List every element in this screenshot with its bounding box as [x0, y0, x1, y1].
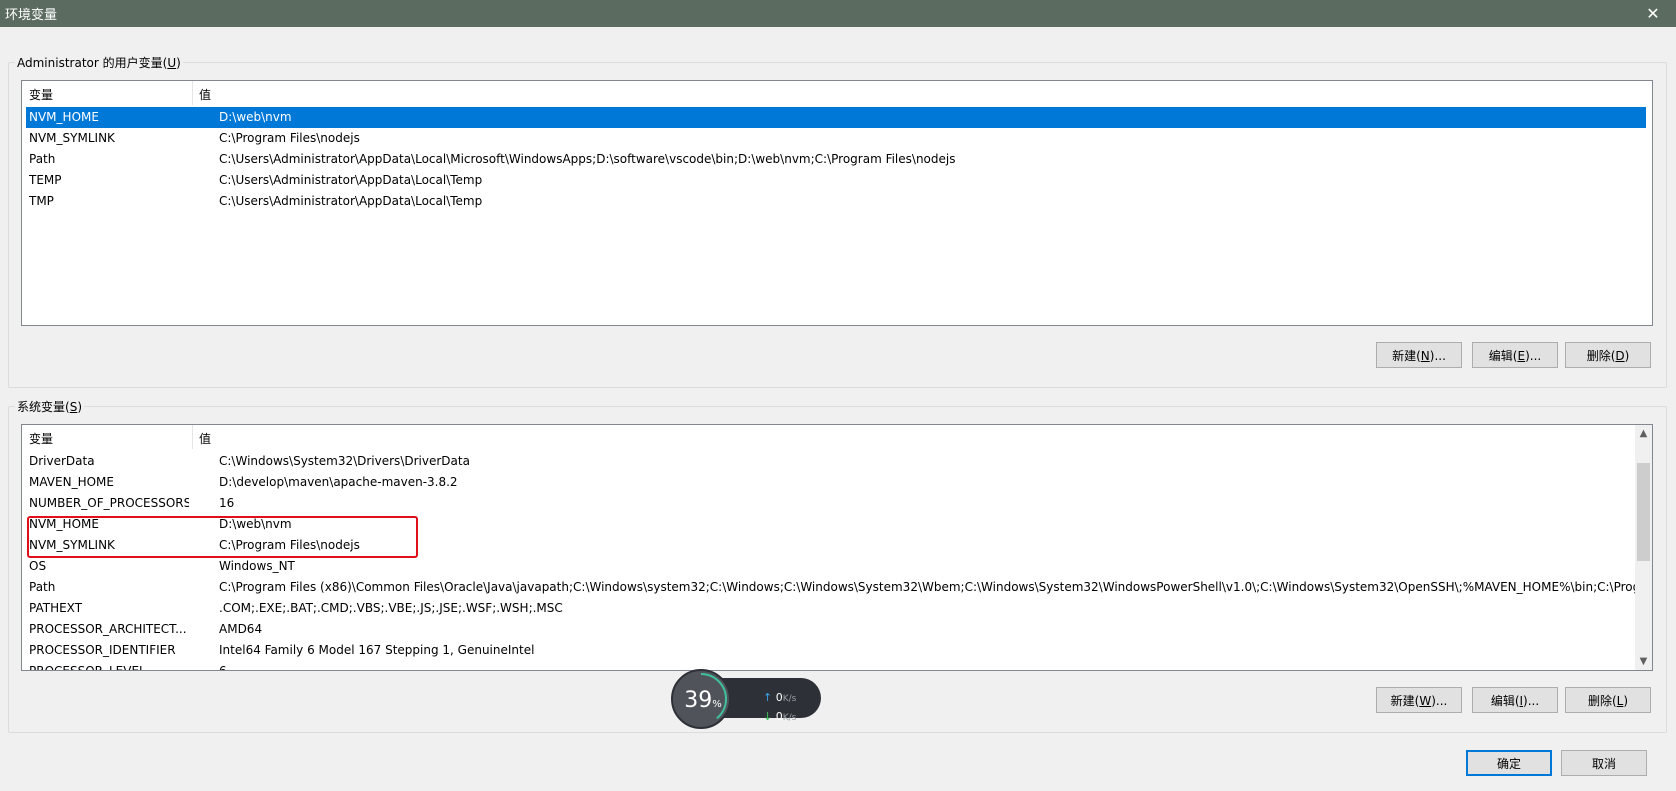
upload-speed: ↑ 0K/s: [763, 691, 797, 704]
table-row[interactable]: PROCESSOR_LEVEL 6: [26, 661, 1631, 671]
table-row[interactable]: NUMBER_OF_PROCESSORS 16: [26, 493, 1631, 514]
variable-name: MAVEN_HOME: [29, 475, 114, 489]
table-row[interactable]: OS Windows_NT: [26, 556, 1631, 577]
table-row[interactable]: MAVEN_HOME D:\develop\maven\apache-maven…: [26, 472, 1631, 493]
list-header: 变量 值: [22, 425, 1652, 449]
column-header-variable[interactable]: 变量: [29, 430, 53, 447]
table-row[interactable]: Path C:\Users\Administrator\AppData\Loca…: [26, 149, 1646, 170]
variable-name: PATHEXT: [29, 601, 83, 615]
variable-value: C:\Windows\System32\Drivers\DriverData: [219, 454, 470, 468]
column-divider[interactable]: [192, 81, 193, 105]
variable-name: PROCESSOR_IDENTIFIER: [29, 643, 176, 657]
memory-usage-ring: 39%: [671, 669, 731, 729]
system-delete-button[interactable]: 删除(L): [1565, 687, 1651, 713]
download-speed: ↓ 0K/s: [763, 710, 797, 723]
variable-name: NVM_SYMLINK: [29, 131, 115, 145]
table-row[interactable]: NVM_HOME D:\web\nvm: [26, 107, 1646, 128]
usage-percent: 39%: [684, 688, 722, 713]
variable-value: D:\develop\maven\apache-maven-3.8.2: [219, 475, 458, 489]
variable-value: Windows_NT: [219, 559, 295, 573]
variable-name: PROCESSOR_LEVEL: [29, 664, 146, 671]
scroll-up-icon[interactable]: ▲: [1635, 425, 1652, 442]
column-header-value[interactable]: 值: [199, 86, 211, 103]
ok-button[interactable]: 确定: [1466, 750, 1552, 776]
vertical-scrollbar[interactable]: ▲ ▼: [1635, 425, 1652, 670]
user-delete-button[interactable]: 删除(D): [1565, 342, 1651, 368]
scroll-thumb[interactable]: [1637, 463, 1650, 561]
list-header: 变量 值: [22, 81, 1652, 105]
variable-value: C:\Users\Administrator\AppData\Local\Mic…: [219, 152, 956, 166]
scroll-down-icon[interactable]: ▼: [1635, 653, 1652, 670]
table-row[interactable]: TMP C:\Users\Administrator\AppData\Local…: [26, 191, 1646, 212]
user-edit-button[interactable]: 编辑(E)...: [1472, 342, 1558, 368]
variable-value: Intel64 Family 6 Model 167 Stepping 1, G…: [219, 643, 535, 657]
column-header-value[interactable]: 值: [199, 430, 211, 447]
system-edit-button[interactable]: 编辑(I)...: [1472, 687, 1558, 713]
cancel-button[interactable]: 取消: [1561, 750, 1647, 776]
user-variables-list[interactable]: 变量 值 NVM_HOME D:\web\nvm NVM_SYMLINK C:\…: [21, 80, 1653, 326]
user-new-button[interactable]: 新建(N)...: [1376, 342, 1462, 368]
variable-name: NVM_HOME: [29, 110, 99, 124]
table-row[interactable]: PATHEXT .COM;.EXE;.BAT;.CMD;.VBS;.VBE;.J…: [26, 598, 1631, 619]
download-arrow-icon: ↓: [763, 710, 773, 723]
variable-value: C:\Program Files\nodejs: [219, 131, 360, 145]
user-variables-label: Administrator 的用户变量(U): [17, 56, 181, 70]
variable-name: TMP: [29, 194, 54, 208]
variable-value: AMD64: [219, 622, 263, 636]
variable-name: TEMP: [29, 173, 62, 187]
variable-name: OS: [29, 559, 47, 573]
table-row[interactable]: PROCESSOR_ARCHITECT... AMD64: [26, 619, 1631, 640]
variable-value: C:\Program Files (x86)\Common Files\Orac…: [219, 580, 1653, 594]
variable-name: Path: [29, 580, 56, 594]
variable-value: D:\web\nvm: [219, 110, 292, 124]
variable-name: DriverData: [29, 454, 95, 468]
system-new-button[interactable]: 新建(W)...: [1376, 687, 1462, 713]
variable-value: 6: [219, 664, 227, 671]
variable-name: Path: [29, 152, 56, 166]
highlight-box: [27, 516, 418, 558]
window-title: 环境变量: [5, 8, 58, 23]
variable-name: NUMBER_OF_PROCESSORS: [29, 496, 189, 510]
table-row[interactable]: TEMP C:\Users\Administrator\AppData\Loca…: [26, 170, 1646, 191]
table-row[interactable]: PROCESSOR_IDENTIFIER Intel64 Family 6 Mo…: [26, 640, 1631, 661]
variable-value: C:\Users\Administrator\AppData\Local\Tem…: [219, 194, 483, 208]
upload-arrow-icon: ↑: [763, 691, 773, 704]
variable-value: 16: [219, 496, 235, 510]
title-bar: 环境变量 ✕: [0, 0, 1676, 27]
close-icon[interactable]: ✕: [1630, 0, 1676, 27]
column-header-variable[interactable]: 变量: [29, 86, 53, 103]
variable-value: C:\Users\Administrator\AppData\Local\Tem…: [219, 173, 483, 187]
table-row[interactable]: DriverData C:\Windows\System32\Drivers\D…: [26, 451, 1631, 472]
table-row[interactable]: Path C:\Program Files (x86)\Common Files…: [26, 577, 1652, 598]
column-divider[interactable]: [192, 425, 193, 449]
variable-value: .COM;.EXE;.BAT;.CMD;.VBS;.VBE;.JS;.JSE;.…: [219, 601, 563, 615]
variable-name: PROCESSOR_ARCHITECT...: [29, 622, 187, 636]
system-variables-label: 系统变量(S): [17, 400, 83, 414]
table-row[interactable]: NVM_SYMLINK C:\Program Files\nodejs: [26, 128, 1646, 149]
